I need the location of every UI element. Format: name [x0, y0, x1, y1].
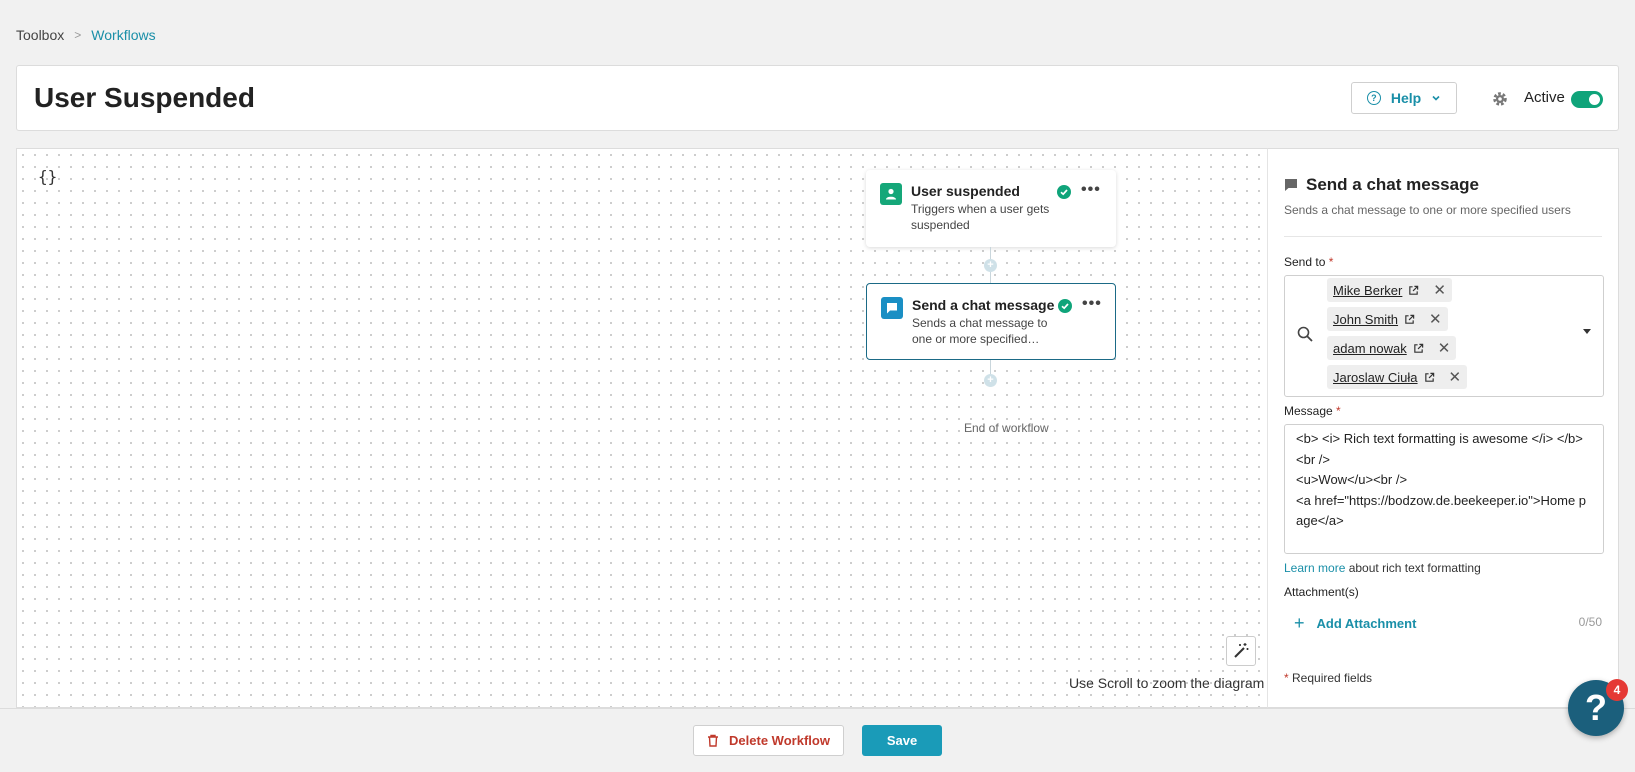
user-icon: [880, 183, 902, 205]
node-description: Triggers when a user gets suspended: [911, 202, 1050, 232]
panel-title: Send a chat message: [1284, 175, 1479, 195]
send-to-select[interactable]: Mike Berker ✕ John Smith ✕ adam nowak ✕ …: [1284, 275, 1604, 397]
dropdown-caret-icon[interactable]: [1583, 329, 1591, 334]
panel-subtitle: Sends a chat message to one or more spec…: [1284, 203, 1571, 217]
more-options-icon[interactable]: •••: [1082, 295, 1102, 313]
external-link-icon[interactable]: [1408, 285, 1419, 296]
search-icon: [1297, 326, 1313, 342]
active-toggle[interactable]: [1571, 91, 1603, 108]
required-fields-note: * Required fields: [1284, 671, 1373, 685]
check-circle-icon: [1057, 185, 1071, 199]
recipient-chip: John Smith ✕: [1327, 307, 1448, 331]
save-button[interactable]: Save: [862, 725, 942, 756]
message-label: Message *: [1284, 404, 1341, 418]
node-title: Send a chat message: [912, 297, 1055, 313]
breadcrumb-toolbox[interactable]: Toolbox: [16, 27, 64, 43]
end-of-workflow-label: End of workflow: [964, 421, 1049, 435]
add-attachment-button[interactable]: + Add Attachment: [1294, 613, 1416, 634]
variables-icon[interactable]: {}: [38, 167, 57, 186]
delete-workflow-button[interactable]: Delete Workflow: [693, 725, 844, 756]
workflow-header: User Suspended ? Help Active: [16, 65, 1619, 131]
chat-icon: [881, 297, 903, 319]
chat-icon: [1285, 179, 1297, 191]
workflow-node-send-chat[interactable]: Send a chat message Sends a chat message…: [866, 283, 1116, 360]
remove-recipient-icon[interactable]: ✕: [1429, 310, 1442, 328]
add-attachment-label: Add Attachment: [1316, 616, 1417, 631]
learn-more-link[interactable]: Learn more: [1284, 561, 1345, 575]
remove-recipient-icon[interactable]: ✕: [1433, 281, 1446, 299]
recipient-name[interactable]: John Smith: [1333, 312, 1398, 327]
workflow-node-trigger[interactable]: User suspended Triggers when a user gets…: [866, 170, 1116, 247]
recipient-name[interactable]: adam nowak: [1333, 341, 1407, 356]
breadcrumb-separator: >: [74, 28, 82, 42]
recipient-chip: Mike Berker ✕: [1327, 278, 1452, 302]
add-step-icon[interactable]: +: [984, 259, 997, 272]
node-description: Sends a chat message to one or more spec…: [912, 316, 1048, 346]
recipient-chip: Jaroslaw Ciuła ✕: [1327, 365, 1468, 389]
help-circle-icon: ?: [1366, 91, 1381, 105]
chevron-down-icon: [1432, 95, 1440, 101]
more-options-icon[interactable]: •••: [1081, 181, 1101, 199]
remove-recipient-icon[interactable]: ✕: [1449, 368, 1462, 386]
workflow-canvas[interactable]: {} User suspended Triggers when a user g…: [16, 148, 1267, 708]
divider: [1284, 236, 1602, 237]
recipient-chip: adam nowak ✕: [1327, 336, 1457, 360]
breadcrumb: Toolbox > Workflows: [16, 27, 156, 43]
external-link-icon[interactable]: [1404, 314, 1415, 325]
notification-badge: 4: [1606, 679, 1628, 701]
page-title: User Suspended: [34, 82, 255, 113]
panel-title-text: Send a chat message: [1306, 175, 1479, 194]
footer-bar: Delete Workflow Save: [0, 708, 1635, 772]
magic-wand-icon[interactable]: [1226, 636, 1256, 666]
attachment-count: 0/50: [1578, 615, 1602, 629]
recipient-name[interactable]: Jaroslaw Ciuła: [1333, 370, 1418, 385]
remove-recipient-icon[interactable]: ✕: [1438, 339, 1451, 357]
external-link-icon[interactable]: [1424, 372, 1435, 383]
help-button-label: Help: [1390, 90, 1422, 106]
trash-icon: [708, 734, 719, 747]
node-title: User suspended: [911, 183, 1020, 199]
check-circle-icon: [1058, 299, 1072, 313]
attachments-label: Attachment(s): [1284, 585, 1359, 599]
message-textarea[interactable]: <b> <i> Rich text formatting is awesome …: [1284, 424, 1604, 554]
zoom-hint: Use Scroll to zoom the diagram: [1069, 675, 1265, 691]
active-label: Active: [1524, 89, 1565, 106]
help-button[interactable]: ? Help: [1351, 82, 1457, 114]
plus-icon: +: [1294, 613, 1305, 633]
external-link-icon[interactable]: [1413, 343, 1424, 354]
breadcrumb-workflows[interactable]: Workflows: [91, 27, 155, 43]
add-step-icon[interactable]: +: [984, 374, 997, 387]
rich-text-help: Learn more about rich text formatting: [1284, 561, 1481, 575]
step-settings-panel: Send a chat message Sends a chat message…: [1267, 148, 1619, 708]
delete-workflow-label: Delete Workflow: [729, 733, 830, 748]
send-to-label: Send to *: [1284, 255, 1334, 269]
recipient-name[interactable]: Mike Berker: [1333, 283, 1402, 298]
gear-icon[interactable]: [1491, 90, 1509, 108]
